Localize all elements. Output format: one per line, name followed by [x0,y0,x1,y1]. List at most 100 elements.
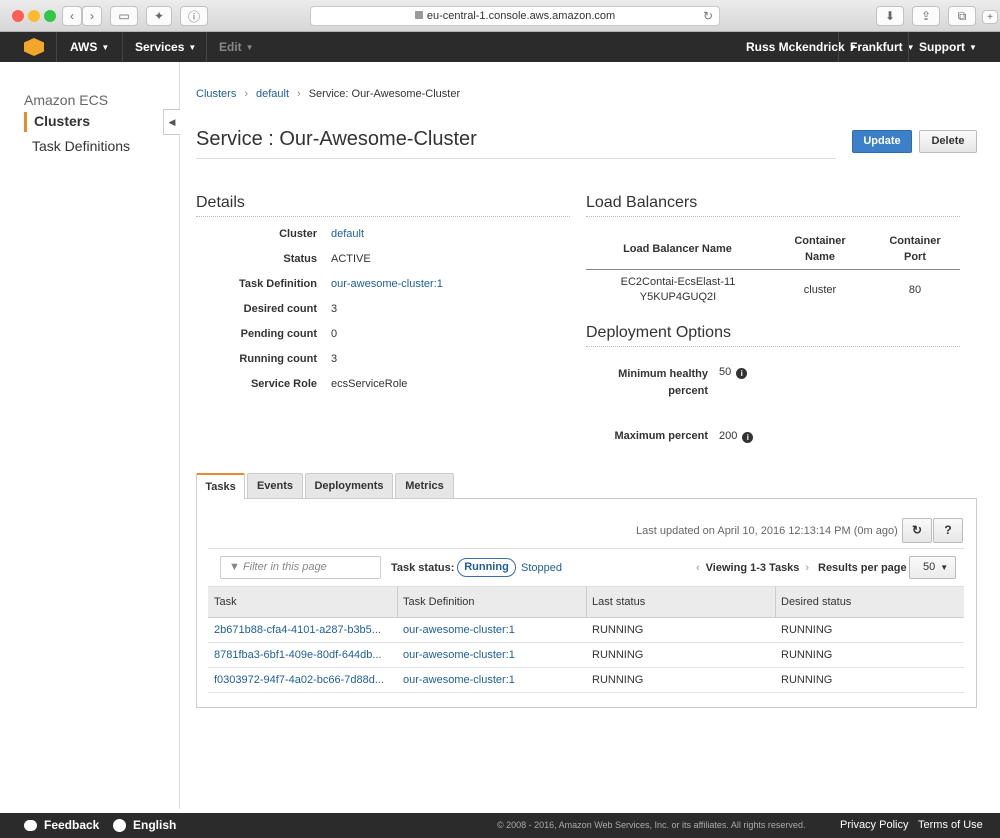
reader-icon[interactable]: ⓘ [180,6,208,26]
results-per-page-value: 50 [923,561,936,573]
language-selector[interactable]: English [133,813,176,838]
detail-label-task-definition: Task Definition [238,278,317,290]
status-filter-stopped[interactable]: Stopped [521,562,562,574]
tab-tasks[interactable]: Tasks [196,473,245,499]
update-button[interactable]: Update [852,130,912,153]
aws-cube-icon[interactable] [24,38,44,56]
detail-value-pending-count: 0 [331,328,338,340]
task-definition-link[interactable]: our-awesome-cluster:1 [397,618,515,642]
title-divider [196,158,836,159]
sidebar-toggle-icon[interactable]: ▭ [110,6,138,26]
details-heading: Details [196,194,245,211]
privacy-policy-link[interactable]: Privacy Policy [840,813,908,838]
delete-button[interactable]: Delete [919,130,977,153]
region-menu[interactable]: Frankfurt ▼ [850,32,915,63]
tab-deployments[interactable]: Deployments [305,473,393,498]
info-icon[interactable]: i [736,368,748,379]
aws-menu[interactable]: AWS ▼ [70,32,109,63]
detail-label-cluster: Cluster [279,228,317,240]
tab-events[interactable]: Events [247,473,303,498]
nav-divider [838,32,839,62]
detail-value-desired-count: 3 [331,303,338,315]
breadcrumb-current: Service: Our-Awesome-Cluster [308,88,461,100]
collapse-sidebar-icon[interactable]: ◀ [163,109,180,135]
breadcrumb-default[interactable]: default [256,88,289,100]
reload-icon[interactable]: ↻ [703,7,713,25]
lb-container-value: cluster [803,284,837,296]
help-icon[interactable]: ? [933,518,963,543]
task-definition-link[interactable]: our-awesome-cluster:1 [397,668,515,692]
sidebar-item-clusters[interactable]: Clusters [34,113,90,129]
next-page-icon[interactable]: › [805,562,809,574]
task-definition-link[interactable]: our-awesome-cluster:1 [397,643,515,667]
filter-input[interactable]: ▼ Filter in this page [220,556,381,579]
detail-value-task-definition[interactable]: our-awesome-cluster:1 [331,278,443,290]
feedback-link[interactable]: Feedback [44,813,99,838]
new-tab-icon[interactable]: + [982,10,998,24]
edit-menu[interactable]: Edit ▼ [219,32,254,63]
status-filter-running[interactable]: Running [457,558,516,577]
back-icon[interactable]: ‹ [62,6,82,26]
max-percent-value: 200 i [719,430,754,443]
last-status: RUNNING [592,674,644,686]
chevron-down-icon: ▼ [101,43,110,52]
task-id-link[interactable]: f0303972-94f7-4a02-bc66-7d88d... [208,668,397,692]
share-icon[interactable]: ⇪ [912,6,940,26]
chevron-down-icon: ▼ [188,43,197,52]
services-menu-label: Services [135,40,185,54]
nav-divider [206,32,207,62]
min-healthy-label: Minimum healthy percent [618,368,708,397]
zoom-window-icon[interactable] [44,10,56,22]
detail-label-desired-count: Desired count [243,303,317,315]
lb-col-name: Load Balancer Name [623,243,732,255]
task-id-link[interactable]: 2b671b88-cfa4-4101-a287-b3b5... [208,618,397,642]
support-menu[interactable]: Support ▼ [919,32,977,63]
prev-page-icon[interactable]: ‹ [696,562,700,574]
detail-value-service-role: ecsServiceRole [331,378,408,390]
col-task[interactable]: Task [208,587,237,618]
close-window-icon[interactable] [12,10,24,22]
refresh-icon[interactable]: ↻ [902,518,932,543]
breadcrumb-clusters[interactable]: Clusters [196,88,236,100]
viewing-range: Viewing 1-3 Tasks [705,562,800,574]
address-bar[interactable]: eu-central-1.console.aws.amazon.com ↻ [310,6,720,26]
terms-of-use-link[interactable]: Terms of Use [918,813,983,838]
info-icon[interactable]: i [742,432,754,443]
chevron-right-icon: › [297,88,301,100]
sidebar-item-task-definitions[interactable]: Task Definitions [32,138,130,154]
forward-icon[interactable]: › [82,6,102,26]
lb-name-value: EC2Contai-EcsElast-11Y5KUP4GUQ2I [620,276,736,303]
filter-placeholder: Filter in this page [242,561,327,573]
filter-icon: ▼ [229,561,240,573]
results-per-page-select[interactable]: 50 ▼ [909,556,956,579]
region-menu-label: Frankfurt [850,40,903,54]
tab-metrics[interactable]: Metrics [395,473,454,498]
edit-menu-label: Edit [219,40,242,54]
detail-value-cluster[interactable]: default [331,228,364,240]
last-updated-text: Last updated on April 10, 2016 12:13:14 … [636,525,898,537]
task-status-label: Task status: [391,562,455,574]
col-last-status[interactable]: Last status [586,587,645,618]
browser-toolbar: ‹ › ▭ ✦ ⓘ eu-central-1.console.aws.amazo… [0,0,1000,32]
user-menu[interactable]: Russ Mckendrick ▼ [746,32,857,63]
col-task-definition[interactable]: Task Definition [397,587,475,618]
toolbar-divider [208,548,964,549]
footer: Feedback English © 2008 - 2016, Amazon W… [0,813,1000,838]
tasks-table-header: Task Task Definition Last status Desired… [208,586,964,618]
lb-col-container-port: Container Port [889,235,941,263]
nav-divider [122,32,123,62]
services-menu[interactable]: Services ▼ [135,32,196,63]
table-row: f0303972-94f7-4a02-bc66-7d88d... our-awe… [208,668,964,693]
chevron-right-icon: › [244,88,249,100]
last-status: RUNNING [592,624,644,636]
download-icon[interactable]: ⬇ [876,6,904,26]
lb-port-value: 80 [908,284,922,296]
detail-label-service-role: Service Role [250,378,317,390]
col-desired-status[interactable]: Desired status [775,587,851,618]
pin-icon[interactable]: ✦ [146,6,172,26]
minimize-window-icon[interactable] [28,10,40,22]
tabs-icon[interactable]: ⧉ [948,6,976,26]
task-id-link[interactable]: 8781fba3-6bf1-409e-80df-644db... [208,643,397,667]
deployment-divider [586,346,960,347]
details-divider [196,216,570,217]
